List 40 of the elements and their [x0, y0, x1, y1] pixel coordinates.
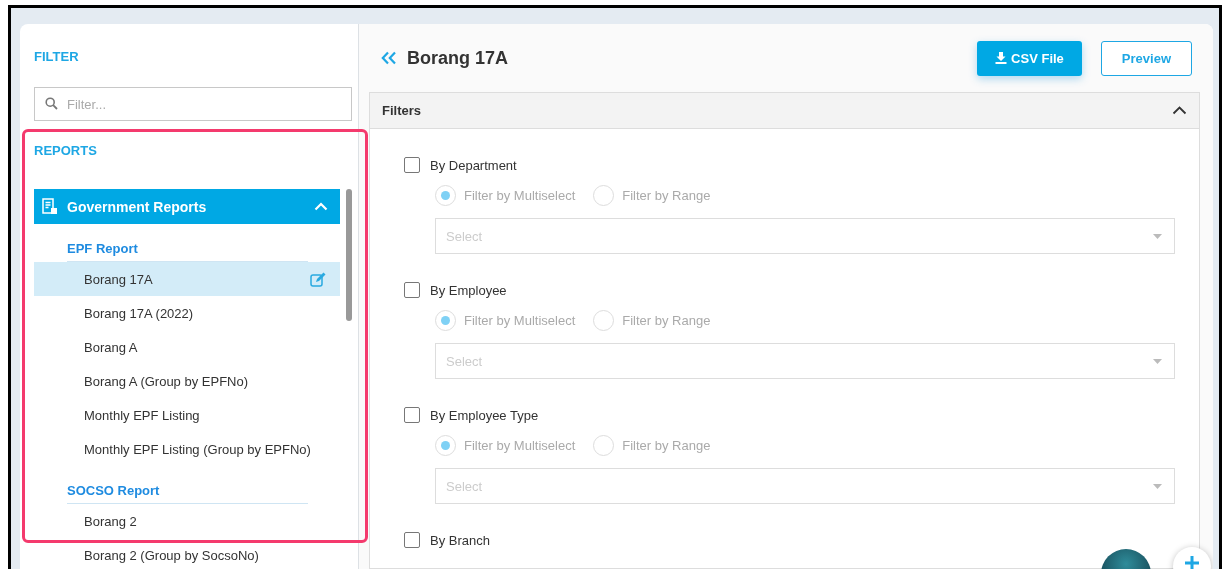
report-item[interactable]: Borang A: [34, 330, 340, 364]
search-icon: [45, 97, 58, 110]
filters-header[interactable]: Filters: [370, 93, 1199, 129]
report-item[interactable]: Borang 17A (2022): [34, 296, 340, 330]
report-icon: [42, 198, 58, 215]
radio-label: Filter by Range: [622, 188, 711, 203]
caret-icon: [1153, 483, 1162, 489]
checkbox[interactable]: [404, 157, 420, 173]
scrollbar-thumb[interactable]: [346, 189, 352, 321]
radio-label: Filter by Multiselect: [464, 438, 576, 453]
filters-heading: Filters: [382, 103, 421, 118]
filter-heading: FILTER: [34, 49, 80, 64]
caret-icon: [1153, 358, 1162, 364]
caret-icon: [1153, 233, 1162, 239]
filter-label: By Branch: [430, 532, 490, 548]
radio-label: Filter by Range: [622, 438, 711, 453]
filter-label: By Department: [430, 157, 517, 173]
report-item[interactable]: Borang A (Group by EPFNo): [34, 364, 340, 398]
double-chevron-icon[interactable]: [381, 51, 397, 65]
reports-heading: REPORTS: [34, 143, 98, 158]
download-icon: [995, 52, 1008, 64]
report-item[interactable]: Monthly EPF Listing: [34, 398, 340, 432]
checkbox[interactable]: [404, 407, 420, 423]
report-item[interactable]: Monthly EPF Listing (Group by EPFNo): [34, 432, 340, 466]
radio-label: Filter by Range: [622, 313, 711, 328]
section-heading: SOCSO Report: [67, 466, 308, 504]
edit-icon[interactable]: [310, 271, 326, 287]
radio-label: Filter by Multiselect: [464, 313, 576, 328]
checkbox[interactable]: [404, 532, 420, 548]
page-title: Borang 17A: [407, 47, 509, 69]
plus-icon: [1185, 556, 1199, 569]
filter-label: By Employee: [430, 282, 507, 298]
radio-label: Filter by Multiselect: [464, 188, 576, 203]
filter-label: By Employee Type: [430, 407, 539, 423]
chevron-icon: [314, 202, 328, 211]
report-item[interactable]: Borang 2: [34, 504, 340, 538]
report-item[interactable]: Borang 2 (Group by SocsoNo): [34, 538, 340, 569]
search-field[interactable]: Filter...: [34, 87, 352, 121]
checkbox[interactable]: [404, 282, 420, 298]
report-item[interactable]: Borang 17A: [34, 262, 340, 296]
